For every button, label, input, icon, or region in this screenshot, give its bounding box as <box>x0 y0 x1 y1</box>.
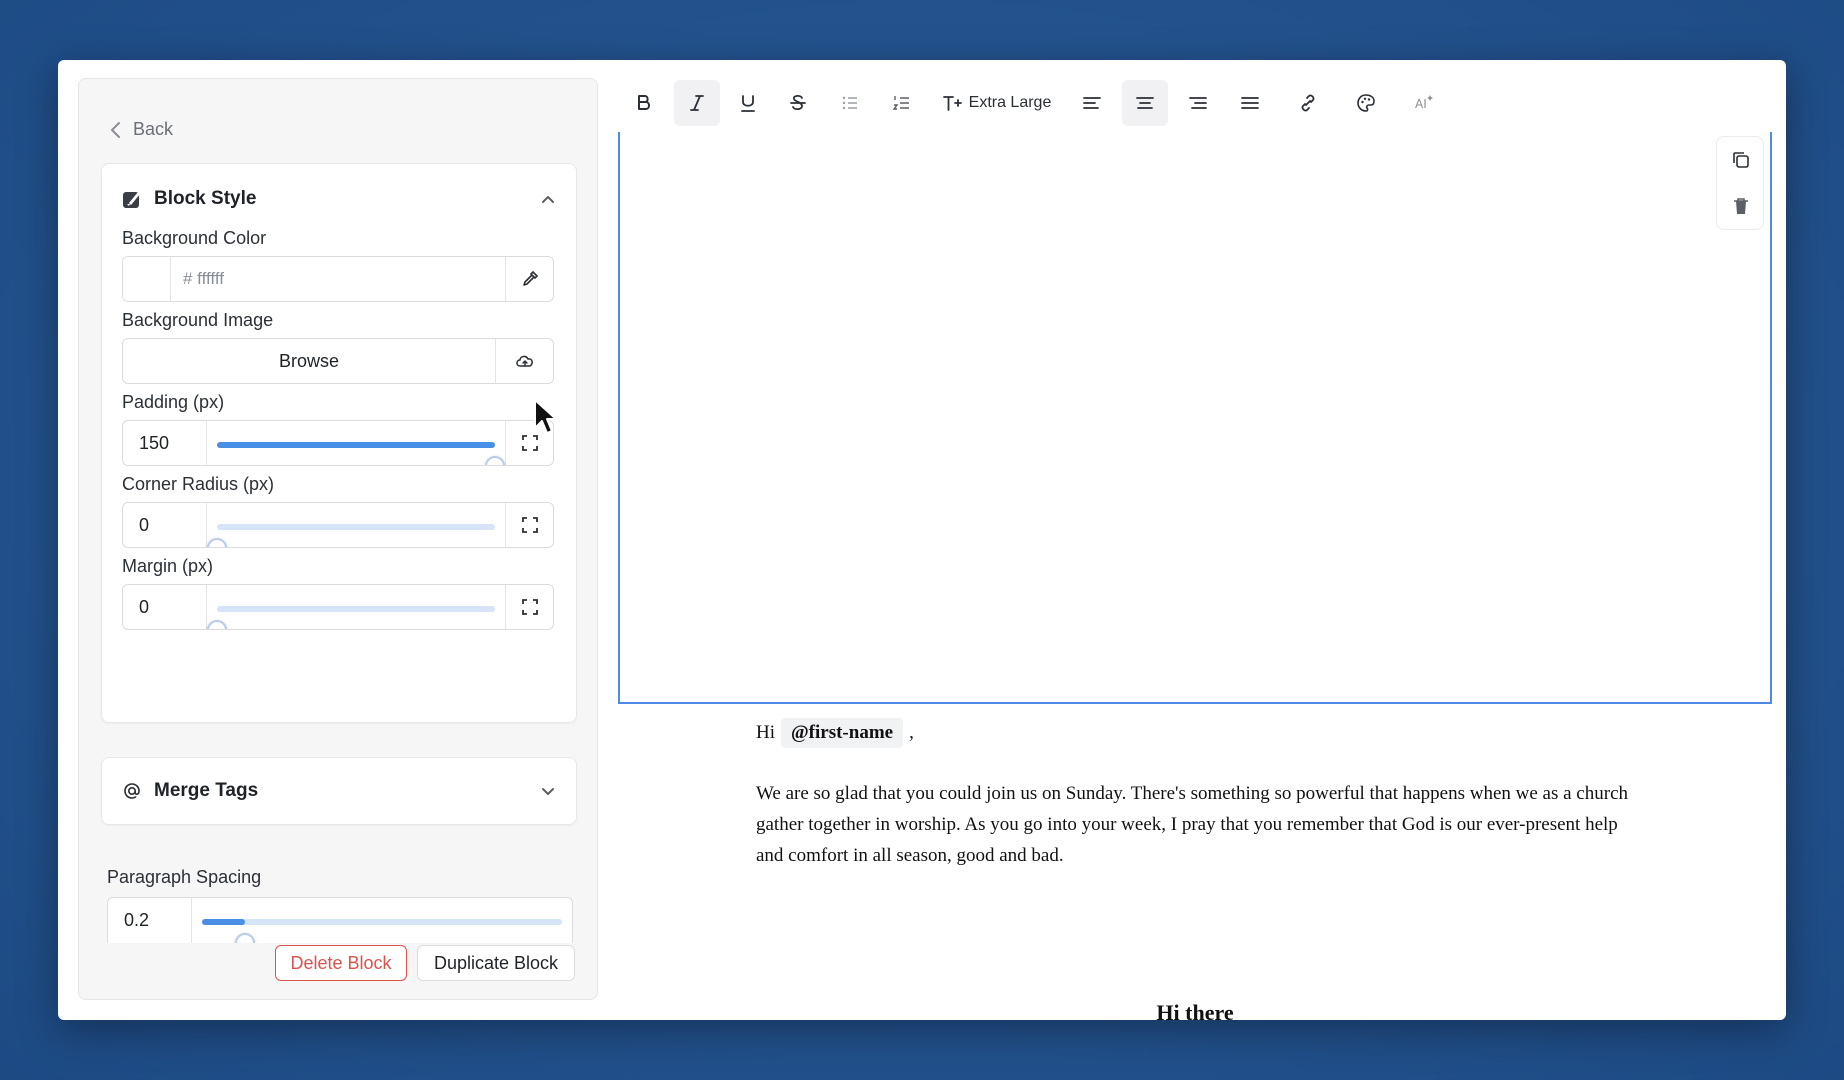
block-style-header[interactable]: Block Style <box>122 184 556 214</box>
paragraph-spacing-label: Paragraph Spacing <box>107 867 262 887</box>
editor-window: Back Block Style Background Color # ffff… <box>58 60 1786 1020</box>
chevron-up-icon[interactable] <box>540 191 556 207</box>
align-center-icon <box>1136 97 1154 109</box>
numbered-list-icon <box>892 96 909 110</box>
color-palette-button[interactable] <box>1344 80 1388 126</box>
cloud-upload-icon <box>515 355 533 367</box>
padding-slider-thumb[interactable] <box>485 456 505 465</box>
corner-radius-expand-button[interactable] <box>505 503 553 547</box>
margin-input[interactable]: 0 <box>123 585 207 629</box>
greeting-line: Hi @first-name , <box>756 718 1636 748</box>
paragraph-spacing-field: 0.2 <box>107 897 573 943</box>
margin-expand-button[interactable] <box>505 585 553 629</box>
align-right-icon <box>1189 97 1207 109</box>
ai-assist-button[interactable]: AI <box>1402 80 1446 126</box>
corner-radius-label: Corner Radius (px) <box>122 474 275 494</box>
margin-field: 0 <box>122 584 554 630</box>
upload-button[interactable] <box>495 339 553 383</box>
merge-tag-chip[interactable]: @first-name <box>781 718 904 748</box>
svg-text:AI: AI <box>1415 97 1427 111</box>
strikethrough-icon <box>790 94 806 111</box>
block-actions <box>1716 136 1764 230</box>
color-swatch[interactable] <box>123 257 171 301</box>
bold-button[interactable] <box>622 80 666 126</box>
padding-label: Padding (px) <box>122 392 225 412</box>
format-toolbar: Extra Large AI <box>618 80 1518 126</box>
align-center-button[interactable] <box>1122 80 1168 126</box>
merge-tags-title: Merge Tags <box>154 780 259 801</box>
numbered-list-button[interactable] <box>880 80 924 126</box>
mouse-pointer-icon <box>534 399 557 434</box>
link-button[interactable] <box>1286 80 1330 126</box>
chevron-down-icon[interactable] <box>540 783 556 799</box>
expand-corners-icon <box>521 517 538 533</box>
merge-tags-panel[interactable]: Merge Tags <box>101 757 577 825</box>
underline-button[interactable] <box>726 80 770 126</box>
eyedropper-icon <box>522 270 538 286</box>
margin-slider-thumb[interactable] <box>207 620 227 629</box>
font-size-dropdown[interactable]: Extra Large <box>934 80 1058 126</box>
margin-label: Margin (px) <box>122 556 214 576</box>
align-left-icon <box>1083 97 1101 109</box>
next-block-heading[interactable]: Hi there <box>618 1000 1772 1020</box>
align-justify-icon <box>1241 97 1259 109</box>
paragraph-spacing-input[interactable]: 0.2 <box>108 898 192 943</box>
text-size-icon <box>942 96 962 111</box>
corner-radius-field: 0 <box>122 502 554 548</box>
chevron-left-icon <box>111 121 120 138</box>
email-body: Hi @first-name , We are so glad that you… <box>756 718 1636 871</box>
block-style-title: Block Style <box>154 188 257 209</box>
background-color-input[interactable]: # ffffff <box>171 257 505 301</box>
corner-radius-slider-thumb[interactable] <box>207 538 227 547</box>
corner-radius-slider[interactable] <box>207 503 505 547</box>
background-image-label: Background Image <box>122 310 274 330</box>
align-left-button[interactable] <box>1070 80 1114 126</box>
copy-icon[interactable] <box>1730 149 1752 171</box>
paragraph-spacing-slider[interactable] <box>192 898 572 943</box>
greeting-suffix: , <box>909 722 914 743</box>
greeting-prefix: Hi <box>756 722 775 743</box>
ai-sparkle-icon: AI <box>1415 95 1433 111</box>
expand-corners-icon <box>521 599 538 615</box>
italic-icon <box>690 95 704 111</box>
block-style-panel: Block Style Background Color # ffffff Ba… <box>101 163 577 723</box>
back-label: Back <box>133 119 174 139</box>
merge-tags-header[interactable]: Merge Tags <box>122 776 556 806</box>
paintbrush-icon <box>123 192 140 208</box>
bold-icon <box>638 95 650 110</box>
link-icon <box>1301 94 1315 112</box>
background-color-label: Background Color <box>122 228 267 248</box>
align-right-button[interactable] <box>1176 80 1220 126</box>
at-sign-icon <box>124 783 140 799</box>
margin-slider[interactable] <box>207 585 505 629</box>
padding-input[interactable]: 150 <box>123 421 207 465</box>
corner-radius-input[interactable]: 0 <box>123 503 207 547</box>
background-color-field: # ffffff <box>122 256 554 302</box>
back-button[interactable]: Back <box>109 119 173 140</box>
eyedropper-button[interactable] <box>505 257 553 301</box>
delete-block-button[interactable]: Delete Block <box>275 945 407 981</box>
paragraph-spacing-slider-thumb[interactable] <box>235 933 256 943</box>
bullet-list-icon <box>842 96 857 110</box>
strikethrough-button[interactable] <box>776 80 820 126</box>
padding-slider[interactable] <box>207 421 505 465</box>
bullet-list-button[interactable] <box>828 80 872 126</box>
selected-content-block[interactable] <box>618 132 1772 704</box>
italic-button[interactable] <box>674 80 720 126</box>
duplicate-block-button[interactable]: Duplicate Block <box>417 945 575 981</box>
browse-button[interactable]: Browse <box>123 339 495 383</box>
font-size-label: Extra Large <box>968 94 1052 111</box>
trash-icon[interactable] <box>1730 195 1752 217</box>
email-paragraph[interactable]: We are so glad that you could join us on… <box>756 778 1636 871</box>
justify-button[interactable] <box>1228 80 1272 126</box>
underline-icon <box>741 95 755 112</box>
settings-sidebar: Back Block Style Background Color # ffff… <box>78 78 598 1000</box>
background-image-field: Browse <box>122 338 554 384</box>
padding-field: 150 <box>122 420 554 466</box>
palette-icon <box>1357 94 1375 112</box>
